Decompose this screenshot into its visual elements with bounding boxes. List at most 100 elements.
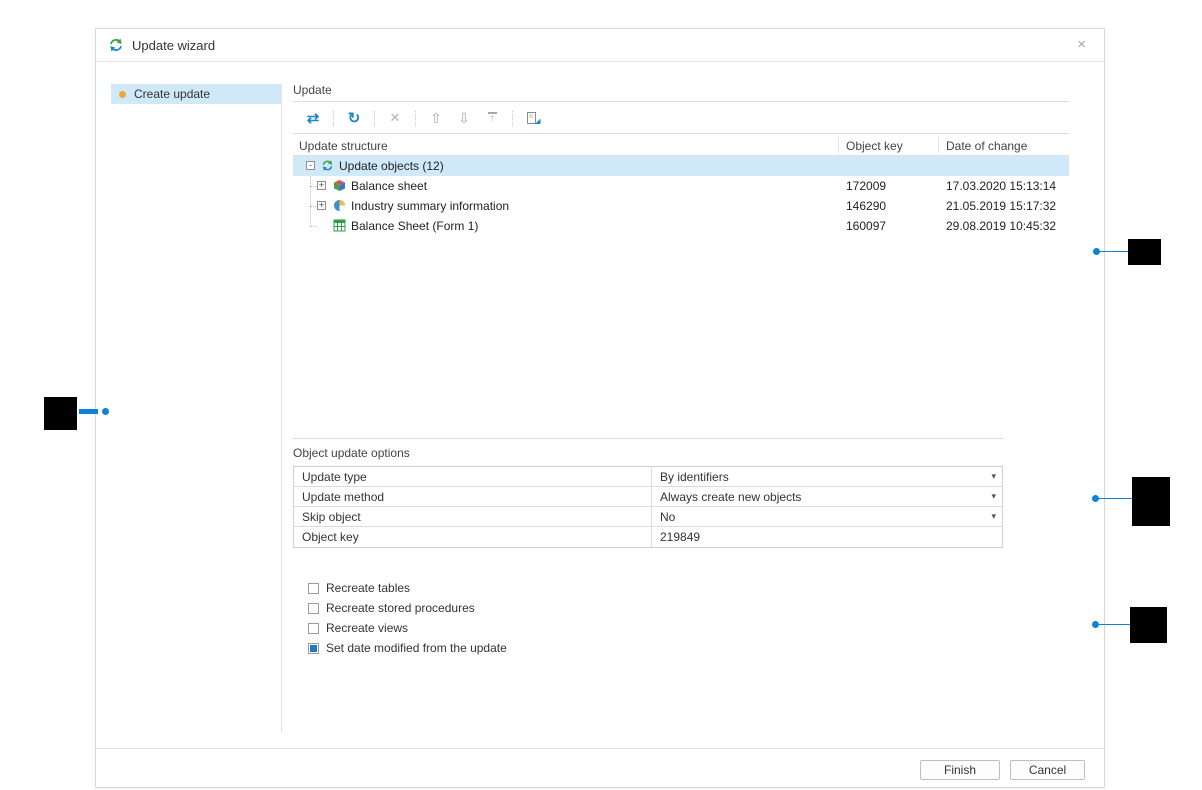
swap-icon[interactable]: ⇄ bbox=[304, 108, 322, 128]
redaction-callout-box bbox=[1130, 607, 1167, 643]
option-label: Update method bbox=[294, 487, 652, 506]
callout-dot bbox=[1092, 495, 1099, 502]
open-object-icon[interactable] bbox=[524, 108, 542, 128]
checkbox-recreate-tables[interactable]: Recreate tables bbox=[308, 578, 507, 598]
option-value: By identifiers bbox=[660, 470, 729, 484]
collapse-expander-icon[interactable]: - bbox=[306, 161, 315, 170]
object-update-options-grid: Update type By identifiers ▾ Update meth… bbox=[293, 466, 1003, 548]
move-to-top-icon[interactable]: ↑ bbox=[483, 108, 501, 128]
delete-icon[interactable]: ✕ bbox=[386, 108, 404, 128]
option-label: Skip object bbox=[294, 507, 652, 526]
callout-connector bbox=[1099, 498, 1132, 499]
callout-dot bbox=[102, 408, 109, 415]
callout-connector bbox=[79, 409, 98, 414]
checkbox-label: Recreate stored procedures bbox=[326, 601, 475, 615]
refresh-icon[interactable]: ↻ bbox=[345, 108, 363, 128]
dialog-titlebar[interactable]: Update wizard bbox=[96, 29, 1104, 62]
column-header-update-structure[interactable]: Update structure bbox=[299, 139, 388, 153]
chevron-down-icon[interactable]: ▾ bbox=[991, 491, 996, 502]
checkbox-icon[interactable] bbox=[308, 623, 319, 634]
tree-guide-line bbox=[310, 186, 316, 187]
move-up-icon[interactable]: ⇧ bbox=[427, 108, 445, 128]
toolbar-separator bbox=[415, 111, 416, 126]
toolbar-separator bbox=[333, 111, 334, 126]
checkbox-recreate-stored-procedures[interactable]: Recreate stored procedures bbox=[308, 598, 507, 618]
option-value: No bbox=[660, 510, 675, 524]
column-separator bbox=[838, 137, 839, 153]
tree-row-label: Balance sheet bbox=[351, 179, 427, 193]
update-wizard-icon bbox=[108, 37, 124, 53]
checkbox-label: Set date modified from the update bbox=[326, 641, 507, 655]
options-section-divider bbox=[293, 438, 1003, 439]
column-header-object-key[interactable]: Object key bbox=[846, 139, 903, 153]
callout-dot bbox=[1093, 248, 1100, 255]
tree-row-industry-summary[interactable]: + Industry summary information 146290 21… bbox=[293, 196, 1069, 216]
wizard-steps-sidebar: Create update bbox=[111, 83, 282, 733]
checkbox-label: Recreate tables bbox=[326, 581, 410, 595]
tree-row-update-objects[interactable]: - Update objects (12) bbox=[293, 156, 1069, 176]
expand-expander-icon[interactable]: + bbox=[317, 201, 326, 210]
option-value: 219849 bbox=[660, 530, 700, 544]
tree-row-balance-sheet-form1[interactable]: Balance Sheet (Form 1) 160097 29.08.2019… bbox=[293, 216, 1069, 236]
checkbox-icon[interactable] bbox=[308, 603, 319, 614]
option-label: Object key bbox=[294, 527, 652, 547]
option-row-update-type: Update type By identifiers ▾ bbox=[294, 467, 1002, 487]
tree-row-date: 29.08.2019 10:45:32 bbox=[946, 219, 1056, 233]
option-row-skip-object: Skip object No ▾ bbox=[294, 507, 1002, 527]
option-row-update-method: Update method Always create new objects … bbox=[294, 487, 1002, 507]
tree-row-label: Balance Sheet (Form 1) bbox=[351, 219, 478, 233]
tree-row-date: 17.03.2020 15:13:14 bbox=[946, 179, 1056, 193]
chevron-down-icon[interactable]: ▾ bbox=[991, 471, 996, 482]
recreate-options-group: Recreate tables Recreate stored procedur… bbox=[308, 578, 507, 658]
finish-button[interactable]: Finish bbox=[920, 760, 1000, 780]
toolbar-separator bbox=[512, 111, 513, 126]
callout-connector bbox=[1100, 251, 1128, 252]
tree-row-balance-sheet[interactable]: + Balance sheet 172009 17.03.2020 15:13:… bbox=[293, 176, 1069, 196]
tree-guide-line bbox=[310, 176, 311, 226]
sidebar-item-create-update[interactable]: Create update bbox=[111, 84, 281, 104]
tree-row-object-key: 172009 bbox=[846, 179, 886, 193]
tree-row-date: 21.05.2019 15:17:32 bbox=[946, 199, 1056, 213]
table-header: Update structure Object key Date of chan… bbox=[293, 134, 1069, 156]
cancel-button[interactable]: Cancel bbox=[1010, 760, 1085, 780]
column-separator bbox=[938, 137, 939, 153]
tree-guide-line bbox=[310, 226, 316, 227]
dialog-title: Update wizard bbox=[132, 38, 215, 53]
tree-guide-line bbox=[310, 206, 316, 207]
update-structure-table: Update structure Object key Date of chan… bbox=[293, 134, 1069, 438]
footer-divider bbox=[96, 748, 1104, 749]
tree-row-label: Industry summary information bbox=[351, 199, 509, 213]
update-type-select[interactable]: By identifiers ▾ bbox=[652, 467, 1002, 486]
tree-row-label: Update objects (12) bbox=[339, 159, 444, 173]
redaction-callout-box bbox=[1132, 477, 1170, 526]
callout-connector bbox=[1099, 624, 1130, 625]
update-objects-icon bbox=[321, 159, 334, 172]
chevron-down-icon[interactable]: ▾ bbox=[991, 511, 996, 522]
update-method-select[interactable]: Always create new objects ▾ bbox=[652, 487, 1002, 506]
option-row-object-key: Object key 219849 bbox=[294, 527, 1002, 547]
checkbox-set-date-modified[interactable]: Set date modified from the update bbox=[308, 638, 507, 658]
expand-expander-icon[interactable]: + bbox=[317, 181, 326, 190]
redaction-callout-box bbox=[1128, 239, 1161, 265]
table-icon bbox=[333, 219, 346, 232]
option-value: Always create new objects bbox=[660, 490, 801, 504]
checkbox-icon[interactable] bbox=[308, 643, 319, 654]
object-key-field[interactable]: 219849 bbox=[652, 527, 1002, 547]
move-down-icon[interactable]: ⇩ bbox=[455, 108, 473, 128]
step-status-dot-icon bbox=[119, 91, 126, 98]
update-toolbar: ⇄ ↻ ✕ ⇧ ⇩ ↑ bbox=[293, 103, 1069, 134]
tree-row-object-key: 146290 bbox=[846, 199, 886, 213]
update-section-title: Update bbox=[293, 83, 1069, 102]
checkbox-icon[interactable] bbox=[308, 583, 319, 594]
column-header-date-of-change[interactable]: Date of change bbox=[946, 139, 1027, 153]
checkbox-recreate-views[interactable]: Recreate views bbox=[308, 618, 507, 638]
redaction-callout-box bbox=[44, 397, 77, 430]
close-icon[interactable]: × bbox=[1077, 37, 1086, 52]
update-wizard-dialog: Update wizard × Create update Update ⇄ ↻… bbox=[95, 28, 1105, 788]
skip-object-select[interactable]: No ▾ bbox=[652, 507, 1002, 526]
pie-chart-icon bbox=[333, 199, 346, 212]
options-section-title: Object update options bbox=[293, 446, 410, 460]
option-label: Update type bbox=[294, 467, 652, 486]
callout-dot bbox=[1092, 621, 1099, 628]
tree-row-object-key: 160097 bbox=[846, 219, 886, 233]
